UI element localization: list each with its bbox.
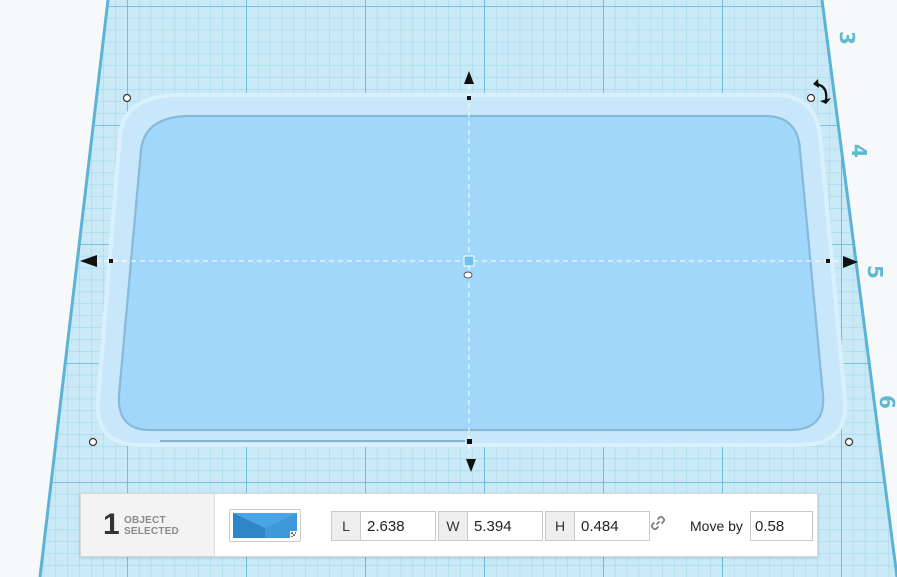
move-by-label: Move by [690,518,743,534]
corner-handle-top-left[interactable] [122,93,132,103]
width-label: W [438,511,467,541]
selection-label-line1: OBJECT [124,515,166,526]
selection-label-line2: SELECTED [124,526,179,537]
width-input[interactable] [467,511,543,541]
edge-handle-left[interactable] [109,259,113,263]
height-label: H [545,511,574,541]
ruler-label-6: 6 [874,395,897,409]
workplane-canvas[interactable] [0,0,897,577]
ruler-label-3: 3 [834,31,859,45]
edge-handle-top[interactable] [467,96,471,100]
corner-handle-bottom-left[interactable] [88,437,98,447]
corner-handle-bottom-right[interactable] [844,437,854,447]
edge-handle-right[interactable] [826,259,830,263]
edge-handle-bottom[interactable] [467,439,472,444]
link-icon[interactable] [650,515,666,531]
ruler-label-4: 4 [846,144,871,158]
color-swatch-button[interactable] [229,509,301,542]
ruler-label-5: 5 [862,265,887,279]
properties-toolbar: 1 OBJECT SELECTED L W H Move by [80,493,818,557]
move-by-input[interactable] [750,511,813,541]
selection-count: 1 [103,508,120,541]
length-input[interactable] [360,511,436,541]
height-input[interactable] [574,511,650,541]
length-label: L [331,511,360,541]
color-swatch-icon [233,513,297,538]
corner-handle-top-right[interactable] [806,93,816,103]
selection-info: 1 OBJECT SELECTED [81,494,215,556]
selected-shape[interactable] [95,93,848,447]
